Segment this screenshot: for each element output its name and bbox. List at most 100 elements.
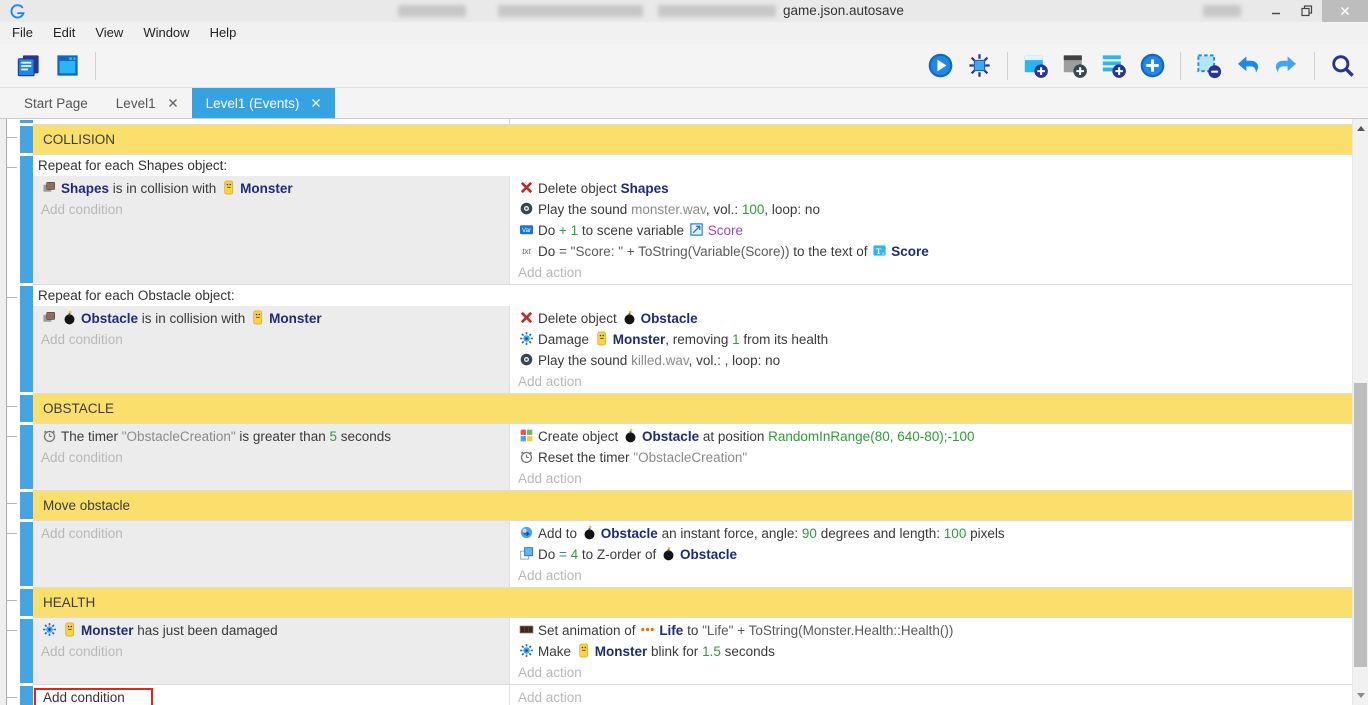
event-selector-bar[interactable] [20, 394, 33, 424]
tab-level1[interactable]: Level1 [102, 88, 192, 118]
monster-icon [576, 643, 591, 658]
close-button[interactable] [1322, 0, 1368, 22]
condition-line[interactable]: The timer "ObstacleCreation" is greater … [33, 426, 509, 447]
action-line[interactable]: Do = 4 to Z-order of Obstacle [510, 544, 1352, 565]
event-text: Life [659, 623, 683, 638]
group-header-obstacle[interactable]: OBSTACLE [33, 394, 1352, 423]
menu-item-file[interactable]: File [2, 22, 43, 44]
repeat-header[interactable]: Repeat for each Shapes object: [33, 155, 1352, 176]
add-comment-button[interactable] [1094, 52, 1133, 79]
event-selector-bar[interactable] [20, 155, 33, 285]
scrollbar-thumb[interactable] [1354, 383, 1367, 667]
event-selector-bar[interactable] [20, 491, 33, 521]
event-text: Do [538, 547, 559, 562]
repeat-header[interactable]: Repeat for each Obstacle object: [33, 285, 1352, 306]
menu-item-view[interactable]: View [85, 22, 133, 44]
minimize-button[interactable] [1260, 0, 1291, 22]
tab-close-icon[interactable] [311, 98, 321, 108]
conditions-column: Add condition [33, 521, 510, 587]
event-text: blink for [647, 644, 702, 659]
project-manager-button[interactable] [9, 52, 48, 79]
action-line[interactable]: Create object Obstacle at position Rando… [510, 426, 1352, 447]
group-header-move-obstacle[interactable]: Move obstacle [33, 491, 1352, 520]
add-action-button[interactable]: Add action [510, 371, 1352, 392]
event-text: Obstacle [642, 429, 699, 444]
toolbar [0, 44, 1368, 88]
event-selector-bar[interactable] [20, 685, 33, 705]
condition-line[interactable]: Monster has just been damaged [33, 620, 509, 641]
add-subevent-button[interactable] [1055, 52, 1094, 79]
add-condition-label: Add condition [43, 690, 125, 705]
action-line[interactable]: VarDo + 1 to scene variable Score [510, 220, 1352, 241]
debug-button[interactable] [960, 52, 999, 79]
collision-icon [42, 310, 57, 325]
event: Repeat for each Shapes object:Shapes is … [7, 155, 1352, 285]
event-text: The timer [61, 429, 122, 444]
event-selector-bar[interactable] [20, 588, 33, 618]
event-selector-bar[interactable] [20, 521, 33, 588]
tab-label: Start Page [24, 96, 88, 111]
event-body: Add condition Add action [33, 685, 1352, 705]
add-action-button[interactable]: Add action [510, 565, 1352, 586]
add-action-button[interactable]: Add action [510, 662, 1352, 683]
redo-button[interactable] [1267, 52, 1306, 79]
action-line[interactable]: txtDo = "Score: " + ToString(Variable(Sc… [510, 241, 1352, 262]
event-content: Repeat for each Obstacle object:Obstacle… [33, 285, 1352, 394]
add-condition-button[interactable]: Add condition [33, 641, 509, 662]
tab-close-icon[interactable] [168, 98, 178, 108]
menu-item-edit[interactable]: Edit [43, 22, 85, 44]
action-line[interactable]: Play the sound monster.wav, vol.: 100, l… [510, 199, 1352, 220]
delete-selection-button[interactable] [1189, 52, 1228, 79]
restore-button[interactable] [1291, 0, 1322, 22]
scrollbar[interactable] [1352, 119, 1368, 705]
action-line[interactable]: Reset the timer "ObstacleCreation" [510, 447, 1352, 468]
add-circle-button[interactable] [1133, 52, 1172, 79]
bomb-icon [623, 428, 638, 443]
debug-icon [966, 52, 993, 79]
menu-item-window[interactable]: Window [133, 22, 199, 44]
scene-button[interactable] [48, 52, 87, 79]
svg-text:x: x [882, 251, 885, 257]
event-text: Monster [613, 332, 666, 347]
event-text: Play the sound [538, 202, 631, 217]
action-line[interactable]: Make Monster blink for 1.5 seconds [510, 641, 1352, 662]
action-line[interactable]: Damage Monster, removing 1 from its heal… [510, 329, 1352, 350]
group-header-health[interactable]: HEALTH [33, 588, 1352, 617]
action-line[interactable]: Add to Obstacle an instant force, angle:… [510, 523, 1352, 544]
add-action-button[interactable]: Add action [510, 468, 1352, 489]
add-condition-button[interactable]: Add condition [33, 687, 509, 705]
actions-column: Set animation of Life to "Life" + ToStri… [510, 618, 1352, 684]
event-text: at position [699, 429, 768, 444]
event-selector-bar[interactable] [20, 125, 33, 155]
search-button[interactable] [1323, 52, 1362, 79]
add-condition-button[interactable]: Add condition [33, 199, 509, 220]
event-selector-bar[interactable] [20, 285, 33, 394]
add-action-button[interactable]: Add action [510, 262, 1352, 283]
menu-item-help[interactable]: Help [200, 22, 247, 44]
action-line[interactable]: Play the sound killed.wav, vol.: , loop:… [510, 350, 1352, 371]
event-text: is greater than [236, 429, 330, 444]
event-body: The timer "ObstacleCreation" is greater … [33, 424, 1352, 490]
condition-line[interactable]: Shapes is in collision with Monster [33, 178, 509, 199]
scrollbar-down-button[interactable] [1353, 688, 1368, 703]
event-text: "ObstacleCreation" [633, 450, 747, 465]
tab-level1-events[interactable]: Level1 (Events) [192, 88, 336, 118]
scrollbar-up-button[interactable] [1353, 121, 1368, 136]
action-line[interactable]: Set animation of Life to "Life" + ToStri… [510, 620, 1352, 641]
event-text: Obstacle [680, 547, 737, 562]
add-condition-button[interactable]: Add condition [33, 447, 509, 468]
add-event-button[interactable] [1016, 52, 1055, 79]
event-selector-bar[interactable] [20, 618, 33, 685]
action-line[interactable]: Delete object Obstacle [510, 308, 1352, 329]
add-condition-button[interactable]: Add condition [33, 523, 509, 544]
event-selector-bar[interactable] [20, 424, 33, 491]
condition-line[interactable]: Obstacle is in collision with Monster [33, 308, 509, 329]
tab-start-page[interactable]: Start Page [10, 88, 102, 118]
add-condition-button[interactable]: Add condition [33, 329, 509, 350]
group-header-collision[interactable]: COLLISION [33, 125, 1352, 154]
add-action-button[interactable]: Add action [510, 687, 1352, 705]
action-line[interactable]: Delete object Shapes [510, 178, 1352, 199]
play-button[interactable] [921, 52, 960, 79]
undo-button[interactable] [1228, 52, 1267, 79]
event-body: Monster has just been damagedAdd conditi… [33, 618, 1352, 684]
